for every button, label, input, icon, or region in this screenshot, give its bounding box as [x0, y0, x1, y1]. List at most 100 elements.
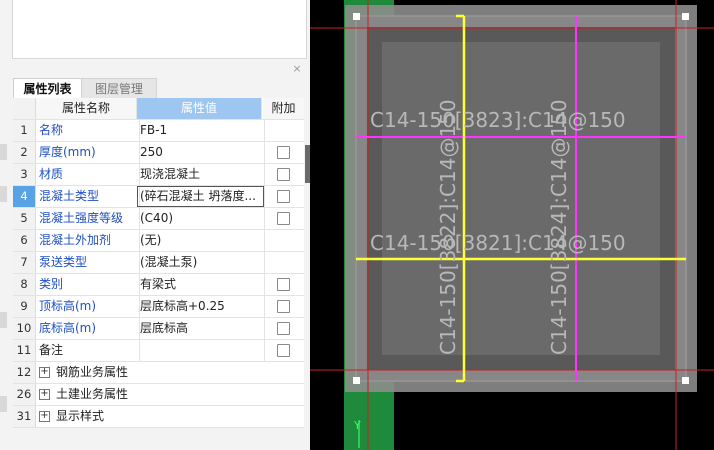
group-row[interactable]: 31 + 显示样式 [13, 406, 304, 428]
slab-drawing[interactable]: C14-150[3823]:C14@150 C14-150[3821]:C14@… [310, 0, 714, 450]
extra-checkbox[interactable] [277, 322, 290, 335]
row-marker [0, 186, 7, 202]
property-name: 顶标高(m) [36, 296, 140, 317]
table-row[interactable]: 2 厚度(mm) 250 [13, 142, 304, 164]
rebar-label-left: C14-150[3822]:C14@150 [436, 99, 460, 355]
row-number: 6 [13, 230, 36, 251]
property-value[interactable]: 现浇混凝土 [137, 164, 265, 185]
extra-cell [263, 274, 304, 295]
row-number: 11 [13, 340, 36, 361]
expand-icon[interactable]: + [39, 389, 50, 400]
drawing-canvas[interactable]: C14-150[3823]:C14@150 C14-150[3821]:C14@… [310, 0, 714, 450]
corner-grip[interactable] [682, 377, 689, 384]
extra-cell [263, 318, 304, 339]
property-name: 名称 [36, 120, 140, 141]
table-row[interactable]: 1 名称 FB-1 [13, 120, 304, 142]
property-value[interactable] [137, 340, 265, 361]
property-value[interactable]: FB-1 [137, 120, 265, 141]
header-extra: 附加 [263, 98, 304, 119]
corner-grip[interactable] [353, 377, 360, 384]
y-axis-label: Y [353, 419, 361, 432]
rebar-label-middle: C14-150[3821]:C14@150 [370, 231, 626, 255]
extra-cell [263, 252, 304, 273]
row-number: 5 [13, 208, 36, 229]
property-name: 类别 [36, 274, 140, 295]
property-name: 厚度(mm) [36, 142, 140, 163]
table-row[interactable]: 8 类别 有梁式 [13, 274, 304, 296]
row-marker [0, 396, 7, 412]
table-row[interactable]: 3 材质 现浇混凝土 [13, 164, 304, 186]
extra-cell [263, 296, 304, 317]
property-groups: 12 + 钢筋业务属性 26 + 土建业务属性 31 + 显示样式 [13, 362, 304, 428]
extra-checkbox[interactable] [277, 300, 290, 313]
group-label-cell: + 钢筋业务属性 [36, 362, 299, 383]
header-name: 属性名称 [36, 98, 137, 119]
property-value[interactable]: 250 [137, 142, 265, 163]
row-markers [0, 98, 8, 450]
property-value[interactable]: 有梁式 [137, 274, 265, 295]
extra-checkbox[interactable] [277, 278, 290, 291]
row-number: 2 [13, 142, 36, 163]
close-icon[interactable]: × [291, 63, 303, 75]
property-name: 备注 [36, 340, 140, 361]
extra-cell [263, 120, 304, 141]
extra-cell [263, 164, 304, 185]
extra-checkbox[interactable] [277, 190, 290, 203]
row-marker [0, 144, 7, 160]
group-label-cell: + 土建业务属性 [36, 384, 299, 405]
extra-cell [263, 208, 304, 229]
extra-checkbox[interactable] [277, 212, 290, 225]
property-value[interactable]: (混凝土泵) [137, 252, 265, 273]
tab-properties[interactable]: 属性列表 [13, 78, 82, 99]
group-row[interactable]: 12 + 钢筋业务属性 [13, 362, 304, 384]
property-name: 混凝土类型 [36, 186, 140, 207]
extra-checkbox[interactable] [277, 168, 290, 181]
extra-cell [263, 230, 304, 251]
row-number: 7 [13, 252, 36, 273]
property-name: 材质 [36, 164, 140, 185]
property-value[interactable]: (C40) [137, 208, 265, 229]
panel-top-area [12, 0, 307, 59]
corner-grip[interactable] [682, 13, 689, 20]
property-value[interactable]: 层底标高 [137, 318, 265, 339]
row-number: 12 [13, 362, 36, 383]
table-row[interactable]: 9 顶标高(m) 层底标高+0.25 [13, 296, 304, 318]
property-grid: 属性名称 属性值 附加 1 名称 FB-1 2 厚度(mm) 250 3 材质 现浇混凝土 4 混凝… [13, 98, 304, 428]
rebar-label-top: C14-150[3823]:C14@150 [370, 108, 626, 132]
extra-checkbox[interactable] [277, 146, 290, 159]
expand-icon[interactable]: + [39, 411, 50, 422]
property-name: 混凝土强度等级 [36, 208, 140, 229]
group-label: 显示样式 [56, 409, 105, 423]
group-row[interactable]: 26 + 土建业务属性 [13, 384, 304, 406]
expand-icon[interactable]: + [39, 367, 50, 378]
header-num-cell [13, 98, 36, 119]
slab-inner [382, 42, 660, 355]
row-number: 1 [13, 120, 36, 141]
property-rows: 1 名称 FB-1 2 厚度(mm) 250 3 材质 现浇混凝土 4 混凝土类型 (碎石混凝土 坍落… [13, 120, 304, 362]
row-marker [0, 312, 7, 328]
table-row[interactable]: 5 混凝土强度等级 (C40) [13, 208, 304, 230]
property-name: 底标高(m) [36, 318, 140, 339]
property-value[interactable]: (无) [137, 230, 265, 251]
property-name: 混凝土外加剂 [36, 230, 140, 251]
table-row[interactable]: 11 备注 [13, 340, 304, 362]
tab-layers[interactable]: 图层管理 [81, 78, 157, 99]
row-number: 4 [13, 186, 36, 207]
corner-grip[interactable] [353, 13, 360, 20]
extra-cell [263, 142, 304, 163]
property-value[interactable]: 层底标高+0.25 [137, 296, 265, 317]
group-label: 土建业务属性 [56, 387, 129, 401]
rebar-label-right: C14-150[3824]:C14@150 [547, 99, 571, 355]
table-row[interactable]: 10 底标高(m) 层底标高 [13, 318, 304, 340]
property-name: 泵送类型 [36, 252, 140, 273]
extra-checkbox[interactable] [277, 344, 290, 357]
table-row[interactable]: 4 混凝土类型 (碎石混凝土 坍落度... [13, 186, 304, 208]
table-row[interactable]: 6 混凝土外加剂 (无) [13, 230, 304, 252]
row-number: 26 [13, 384, 36, 405]
grid-header-row: 属性名称 属性值 附加 [13, 98, 304, 120]
table-row[interactable]: 7 泵送类型 (混凝土泵) [13, 252, 304, 274]
row-number: 8 [13, 274, 36, 295]
extra-cell [263, 340, 304, 361]
header-value: 属性值 [137, 98, 262, 119]
property-value[interactable]: (碎石混凝土 坍落度... [137, 186, 265, 207]
